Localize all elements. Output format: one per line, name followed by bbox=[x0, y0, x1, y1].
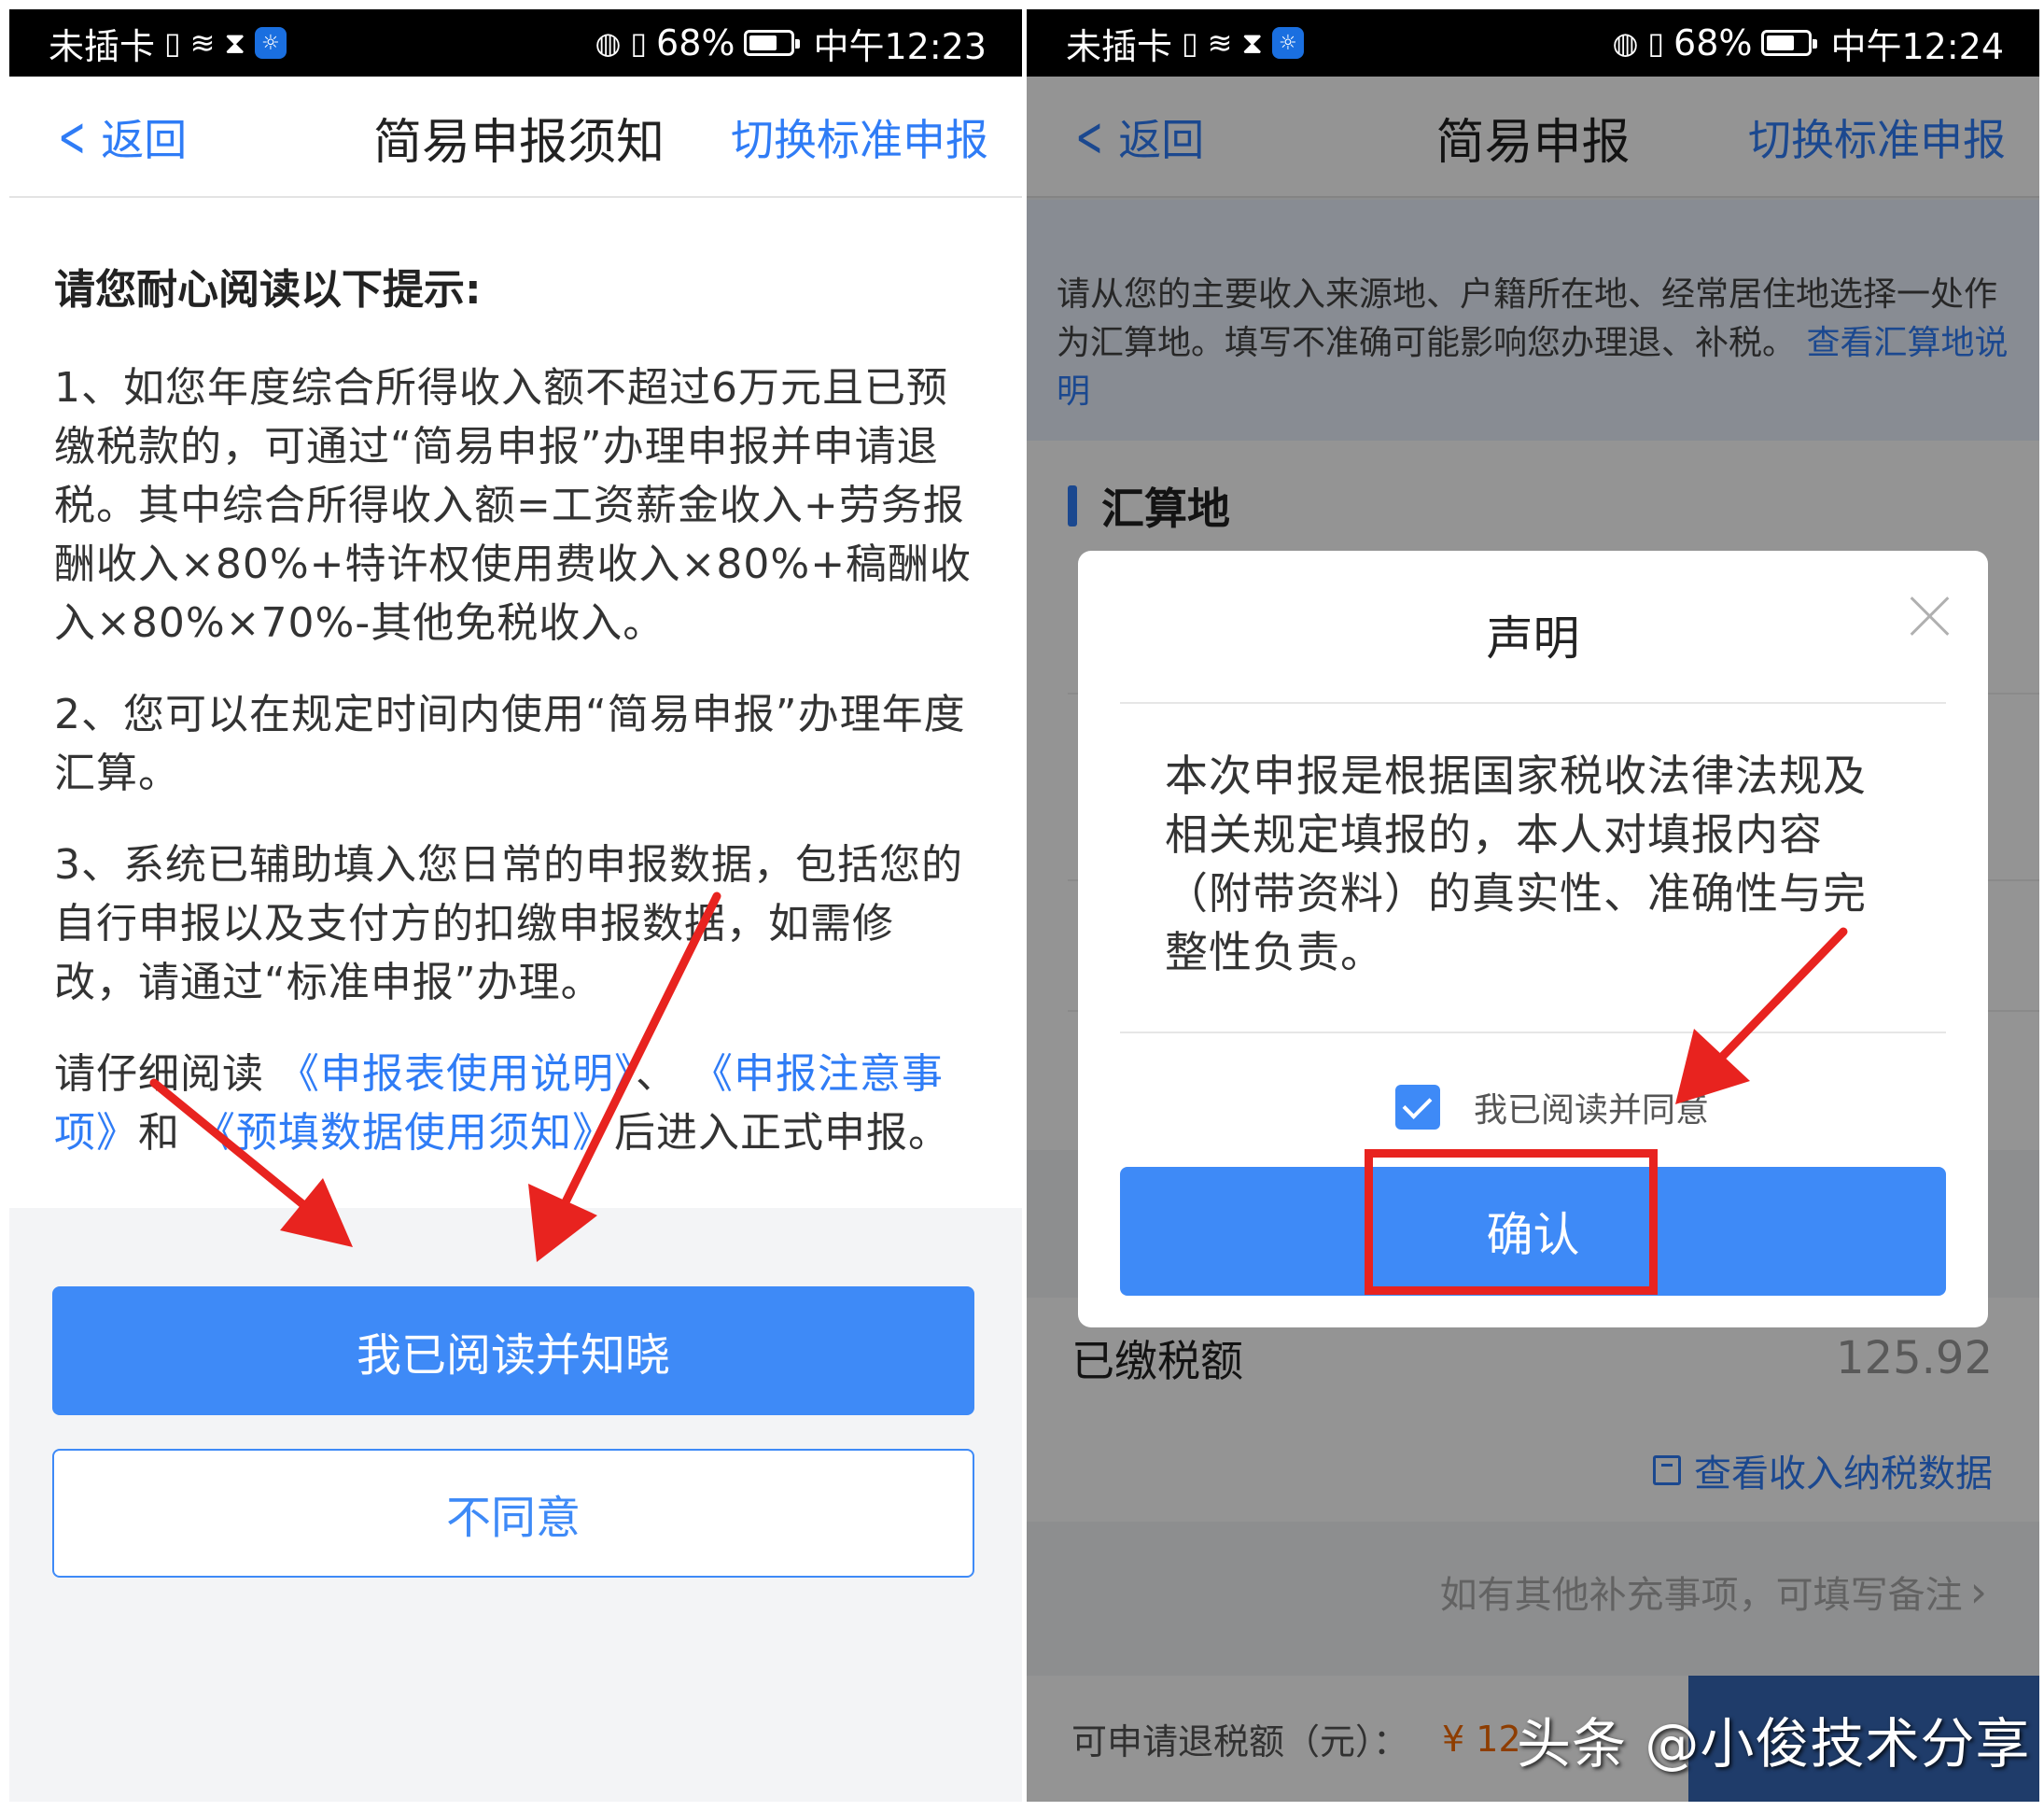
carrier-text: 未插卡 bbox=[49, 25, 156, 67]
status-bar: 未插卡 ▯ ≋ ⧗ ☼ ◍ ▯ 68% 中午12:24 bbox=[1027, 9, 2039, 77]
notice-heading: 请您耐心阅读以下提示: bbox=[54, 266, 482, 314]
chevron-left-icon: < bbox=[58, 105, 87, 170]
vibrate-icon: ▯ bbox=[1647, 25, 1665, 61]
bulb-icon: ☼ bbox=[1271, 27, 1304, 59]
agree-checkbox[interactable] bbox=[1395, 1085, 1440, 1130]
clock: 中午12:24 bbox=[1830, 25, 2004, 67]
agree-label: 我已阅读并同意 bbox=[1474, 1091, 1710, 1130]
notice-item-3: 3、系统已辅助填入您日常的申报数据，包括您的自行申报以及支付方的扣缴申报数据，如… bbox=[54, 841, 963, 1006]
battery-percent: 68% bbox=[1673, 22, 1753, 63]
clock: 中午12:23 bbox=[813, 25, 987, 67]
watermark: 头条 @小俊技术分享 bbox=[1517, 1711, 2031, 1776]
notice-links-paragraph: 请仔细阅读 《申报表使用说明》、 《申报注意事项》和 《预填数据使用须知》后进入… bbox=[54, 1045, 977, 1162]
left-screen: 未插卡 ▯ ≋ ⧗ ☼ ◍ ▯ 68% 中午12:23 < 返回 简易申报须知 … bbox=[9, 9, 1022, 1802]
status-bar: 未插卡 ▯ ≋ ⧗ ☼ ◍ ▯ 68% 中午12:23 bbox=[9, 9, 1022, 77]
notice-content: 请您耐心阅读以下提示: 1、如您年度综合所得收入额不超过6万元且已预缴税款的，可… bbox=[9, 200, 1022, 1208]
sim-icon: ▯ bbox=[164, 25, 181, 61]
and-text: 和 bbox=[138, 1109, 180, 1157]
read-prefix: 请仔细阅读 bbox=[54, 1050, 264, 1098]
wifi-icon: ≋ bbox=[1207, 25, 1233, 61]
sim-icon: ▯ bbox=[1182, 25, 1198, 61]
nav-bar: < 返回 简易申报须知 切换标准申报 bbox=[9, 77, 1022, 198]
close-icon[interactable] bbox=[1902, 590, 1958, 646]
switch-standard-link[interactable]: 切换标准申报 bbox=[731, 77, 988, 198]
hd-icon: ◍ bbox=[595, 25, 622, 61]
dialog-body: 本次申报是根据国家税收法律法规及相关规定填报的，本人对填报内容（附带资料）的真实… bbox=[1165, 751, 1867, 977]
vibrate-icon: ▯ bbox=[630, 25, 648, 61]
disagree-button[interactable]: 不同意 bbox=[52, 1449, 974, 1578]
back-button[interactable]: < 返回 bbox=[49, 77, 187, 198]
notice-item-2: 2、您可以在规定时间内使用“简易申报”办理年度汇算。 bbox=[54, 691, 966, 797]
agree-checkbox-row[interactable]: 我已阅读并同意 bbox=[1395, 1083, 1709, 1131]
notice-item-1: 1、如您年度综合所得收入额不超过6万元且已预缴税款的，可通过“简易申报”办理申报… bbox=[54, 364, 973, 647]
acknowledge-button[interactable]: 我已阅读并知晓 bbox=[52, 1286, 974, 1415]
annotation-highlight-box bbox=[1365, 1149, 1658, 1295]
separator: 、 bbox=[636, 1050, 678, 1098]
carrier-text: 未插卡 bbox=[1066, 25, 1173, 67]
right-screen: < 返回 简易申报 切换标准申报 请从您的主要收入来源地、户籍所在地、经常居住地… bbox=[1027, 9, 2039, 1802]
hourglass-icon: ⧗ bbox=[1241, 25, 1263, 61]
dialog-title: 声明 bbox=[1486, 611, 1580, 666]
dialog-divider bbox=[1120, 702, 1946, 704]
hd-icon: ◍ bbox=[1612, 25, 1639, 61]
back-label: 返回 bbox=[101, 115, 188, 165]
wifi-icon: ≋ bbox=[189, 25, 216, 61]
battery-icon bbox=[1761, 30, 1818, 56]
link-form-instructions[interactable]: 《申报表使用说明》 bbox=[278, 1050, 636, 1098]
dialog-divider bbox=[1120, 1032, 1946, 1033]
battery-icon bbox=[744, 30, 801, 56]
read-suffix: 后进入正式申报。 bbox=[614, 1109, 950, 1157]
hourglass-icon: ⧗ bbox=[224, 25, 245, 61]
bulb-icon: ☼ bbox=[254, 27, 287, 59]
battery-percent: 68% bbox=[656, 22, 735, 63]
link-prefill-notice[interactable]: 《预填数据使用须知》 bbox=[194, 1109, 614, 1157]
